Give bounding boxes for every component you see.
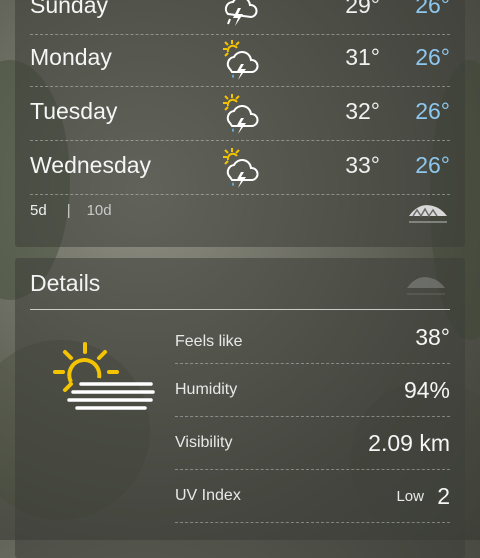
details-title: Details [30, 270, 101, 296]
thunderstorm-icon [224, 0, 258, 26]
forecast-row[interactable]: Monday 31° 26° [30, 32, 450, 87]
detail-label: Humidity [175, 381, 238, 398]
detail-label: Feels like [175, 333, 243, 350]
forecast-day: Wednesday [30, 152, 152, 178]
range-5d-button[interactable]: 5d [30, 202, 47, 219]
high-temp: 29° [345, 0, 380, 18]
forecast-row[interactable]: Tuesday 32° 26° [30, 86, 450, 141]
sun-thunderstorm-icon [223, 94, 259, 134]
range-10d-button[interactable]: 10d [87, 202, 112, 219]
forecast-row[interactable]: Sunday 29° 26° [30, 0, 450, 35]
details-card: Details Feels like 38° Humidity 94% Visi… [15, 258, 465, 558]
detail-value: 2.09 km [368, 430, 450, 456]
detail-value: 94% [403, 377, 450, 403]
uv-qualifier: Low [396, 488, 424, 505]
detail-value: 38° [415, 324, 450, 350]
forecast-day: Sunday [30, 0, 109, 18]
forecast-row[interactable]: Wednesday 33° 26° [30, 140, 450, 195]
weather-underground-logo[interactable] [405, 198, 451, 230]
detail-row-feels-like: Feels like 38° [175, 310, 450, 364]
sun-thunderstorm-icon [223, 40, 259, 80]
detail-row-humidity: Humidity 94% [175, 363, 450, 417]
detail-value: 2 [437, 483, 450, 509]
high-temp: 32° [345, 98, 380, 124]
detail-row-visibility: Visibility 2.09 km [175, 416, 450, 470]
weather-underground-logo [407, 277, 445, 295]
forecast-day: Tuesday [30, 98, 118, 124]
low-temp: 26° [415, 0, 450, 18]
forecast-day: Monday [30, 44, 112, 70]
high-temp: 31° [345, 44, 380, 70]
sun-fog-icon [53, 342, 155, 410]
forecast-card: Sunday 29° 26° Monday 31° 26° Tuesday 32… [15, 0, 465, 247]
low-temp: 26° [415, 98, 450, 124]
low-temp: 26° [415, 152, 450, 178]
sun-thunderstorm-icon [223, 148, 259, 188]
detail-label: Visibility [175, 434, 233, 451]
range-separator: | [66, 202, 71, 219]
detail-label: UV Index [175, 487, 241, 504]
detail-row-uv-index: UV Index Low 2 [175, 469, 450, 523]
low-temp: 26° [415, 44, 450, 70]
range-selector: 5d | 10d [30, 202, 112, 219]
high-temp: 33° [345, 152, 380, 178]
